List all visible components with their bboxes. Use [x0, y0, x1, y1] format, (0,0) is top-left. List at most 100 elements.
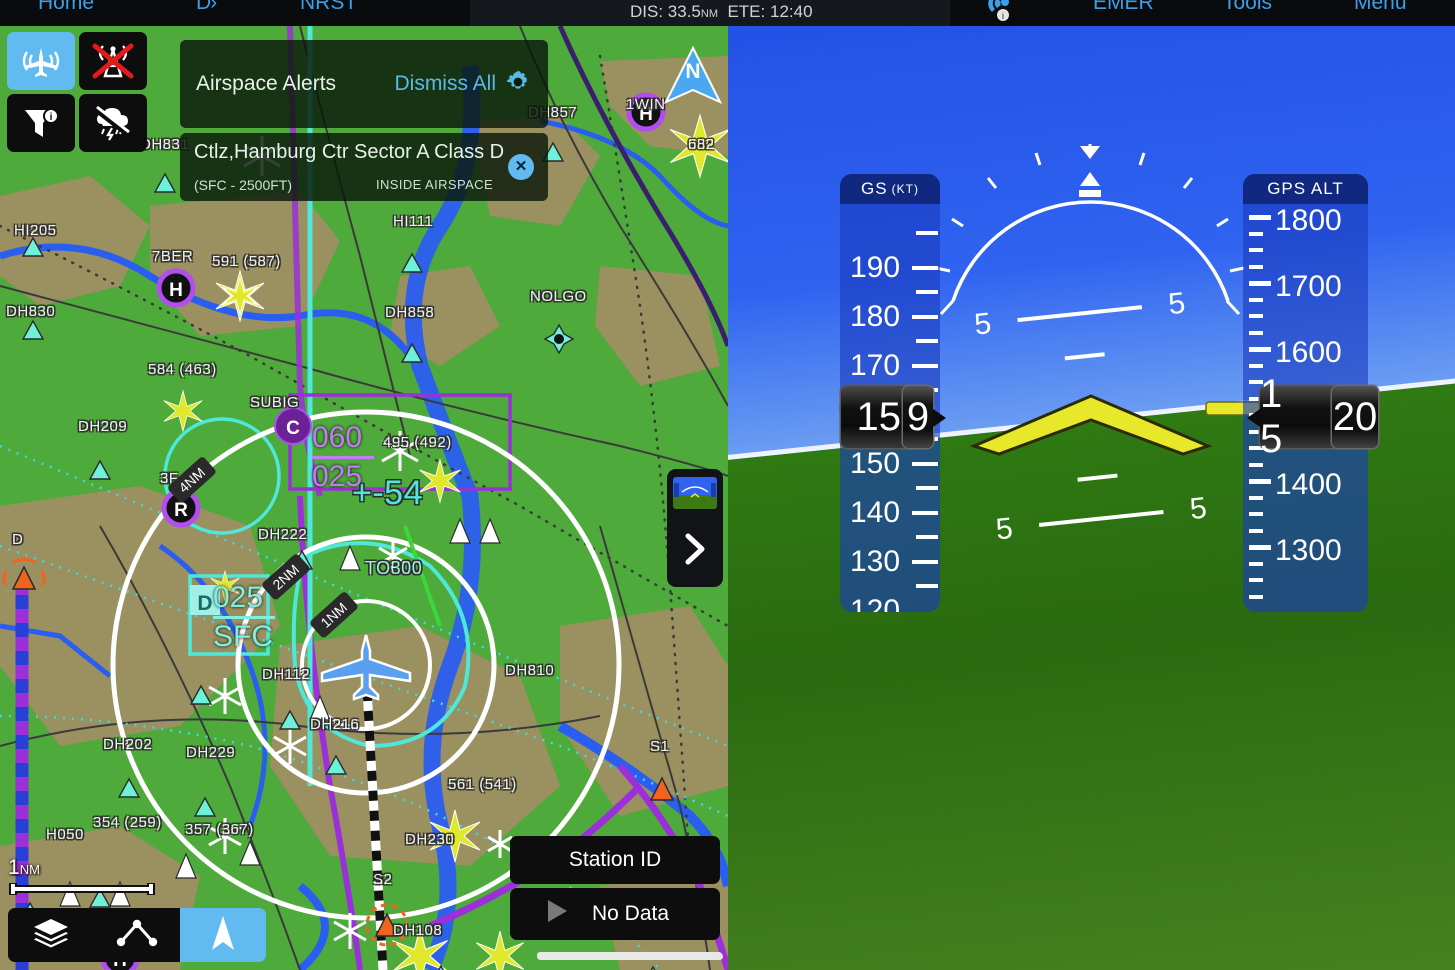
altitude-value-tens: 20 — [1332, 386, 1378, 448]
airspeed-value-digits: 15 — [856, 394, 902, 439]
nav-ete-value: 12:40 — [769, 2, 813, 21]
nav-status-readout: DIS: 33.5NM ETE: 12:40 — [470, 0, 950, 26]
altitude-label: GPS ALT — [1267, 179, 1344, 198]
map-label: DH108 — [393, 922, 443, 939]
class-c-bottom: 025 — [312, 460, 363, 493]
altitude-readout: 1 5 20 — [1260, 372, 1378, 461]
nav-dis-ete-text: DIS: 33.5NM ETE: 12:40 — [630, 2, 813, 22]
chevron-right-icon — [682, 532, 708, 571]
home-indicator[interactable] — [537, 953, 723, 960]
map-label: DH209 — [78, 418, 128, 435]
play-icon[interactable] — [544, 897, 570, 931]
dismiss-all-button[interactable]: Dismiss All — [394, 72, 496, 96]
svg-text:i: i — [50, 112, 53, 123]
pfd-panel[interactable]: 5 5 5 5 GS (KT) 190 180 170 150 140 130 … — [728, 26, 1455, 970]
altitude-value-digits: 1 5 — [1260, 372, 1289, 461]
efb-app: Home D› NRST DIS: 33.5NM ETE: 12:40 i EM… — [0, 0, 1455, 970]
close-icon[interactable]: ✕ — [508, 154, 534, 180]
pfd-preview-panel[interactable] — [667, 469, 723, 587]
map-label: DH830 — [6, 303, 56, 320]
adsb-tower-disabled-icon — [89, 42, 137, 80]
airspeed-value-ones: 9 — [903, 386, 933, 448]
airspace-class-c-label: 060 025 — [312, 421, 374, 494]
nav-home-button[interactable]: Home — [38, 0, 94, 15]
nav-flightplan-icon[interactable]: D› — [196, 0, 217, 15]
pitch-label-down-left: 5 — [994, 512, 1014, 547]
altitude-tick: 1600 — [1275, 336, 1342, 369]
class-c-top: 060 — [312, 421, 363, 454]
moving-map-panel[interactable]: H H R H C D — [0, 26, 728, 970]
north-arrow-icon — [210, 914, 236, 957]
airspeed-pointer — [933, 409, 946, 427]
map-label: DH222 — [258, 526, 308, 543]
airspace-alert-altitudes: (SFC - 2500FT) — [194, 177, 293, 193]
pitch-label-up-right: 5 — [1167, 287, 1187, 322]
map-label: SUBIG — [250, 394, 300, 411]
no-data-label: No Data — [592, 902, 670, 925]
scale-text: 1NM — [8, 856, 156, 880]
altitude-pointer — [1247, 409, 1260, 427]
nav-dis-value: 33.5 — [667, 2, 701, 21]
map-label: 357 (367) — [185, 821, 254, 838]
map-label: 354 (259) — [93, 814, 162, 831]
map-label: 682 — [688, 136, 715, 153]
map-label: DH229 — [186, 744, 236, 761]
airspeed-tick: 180 — [850, 300, 901, 333]
nav-nearest-button[interactable]: NRST — [300, 0, 357, 15]
layers-icon — [32, 917, 70, 954]
map-label: D — [12, 531, 24, 548]
gear-icon[interactable] — [504, 68, 532, 101]
roll-pointer — [1080, 146, 1100, 159]
map-label: S1 — [650, 738, 670, 755]
nav-dis-unit: NM — [700, 8, 718, 20]
expand-panel-button[interactable] — [667, 515, 723, 587]
traffic-toggle-button[interactable] — [7, 32, 75, 90]
adsb-tower-toggle-button[interactable] — [79, 32, 147, 90]
pfd-thumbnail[interactable] — [673, 477, 717, 509]
route-icon — [116, 918, 158, 953]
scale-bar-graphic — [8, 882, 156, 895]
map-label: HI205 — [14, 222, 57, 239]
map-label: HI111 — [393, 213, 434, 230]
svg-text:H: H — [169, 280, 183, 301]
no-data-button[interactable]: No Data — [510, 888, 720, 940]
map-scale-bar: 1NM — [8, 856, 156, 895]
filter-toggle-button[interactable]: i — [7, 94, 75, 152]
layers-button[interactable] — [8, 908, 94, 962]
weather-storm-disabled-icon — [91, 104, 135, 142]
airspeed-tick: 130 — [850, 545, 901, 578]
airspeed-tick: 150 — [850, 447, 901, 480]
svg-text:C: C — [286, 418, 300, 439]
map-label: 591 (587) — [212, 253, 281, 270]
map-label: 584 (463) — [148, 361, 217, 378]
scale-value: 1 — [8, 856, 20, 879]
altitude-tick: 1700 — [1275, 270, 1342, 303]
pitch-label-up-left: 5 — [973, 307, 993, 342]
airspace-alert-item[interactable]: Ctlz,Hamburg Ctr Sector A Class D (SFC -… — [180, 133, 548, 201]
nav-menu-button[interactable]: Menu — [1354, 0, 1407, 15]
class-d-bottom: SFC — [213, 620, 273, 653]
map-label: DH810 — [505, 662, 555, 679]
map-label: 7BER — [152, 248, 194, 265]
nav-emergency-button[interactable]: EMER — [1093, 0, 1154, 15]
weather-toggle-button[interactable] — [79, 94, 147, 152]
map-label: TO300 — [365, 558, 423, 578]
class-c-divider — [312, 456, 374, 459]
altitude-tick: 1800 — [1275, 204, 1342, 237]
airspace-alerts-header: Airspace Alerts Dismiss All — [180, 40, 548, 128]
svg-text:D: D — [197, 592, 212, 615]
top-navigation-bar: Home D› NRST DIS: 33.5NM ETE: 12:40 i EM… — [0, 0, 1455, 26]
north-arrow-indicator: N — [662, 45, 724, 110]
dismiss-all-group[interactable]: Dismiss All — [394, 68, 532, 101]
nav-tools-button[interactable]: Tools — [1223, 0, 1272, 15]
trackup-button[interactable] — [180, 908, 266, 962]
map-label: DH230 — [405, 831, 455, 848]
station-id-button[interactable]: Station ID — [510, 836, 720, 884]
flightplan-button[interactable] — [94, 908, 180, 962]
map-mode-bar — [8, 908, 266, 962]
airspeed-readout: 15 9 — [841, 386, 933, 448]
gps-satellite-icon[interactable]: i — [984, 0, 1018, 24]
svg-text:R: R — [174, 500, 188, 521]
pitch-label-down-right: 5 — [1188, 492, 1208, 527]
map-label: DH216 — [310, 716, 360, 733]
